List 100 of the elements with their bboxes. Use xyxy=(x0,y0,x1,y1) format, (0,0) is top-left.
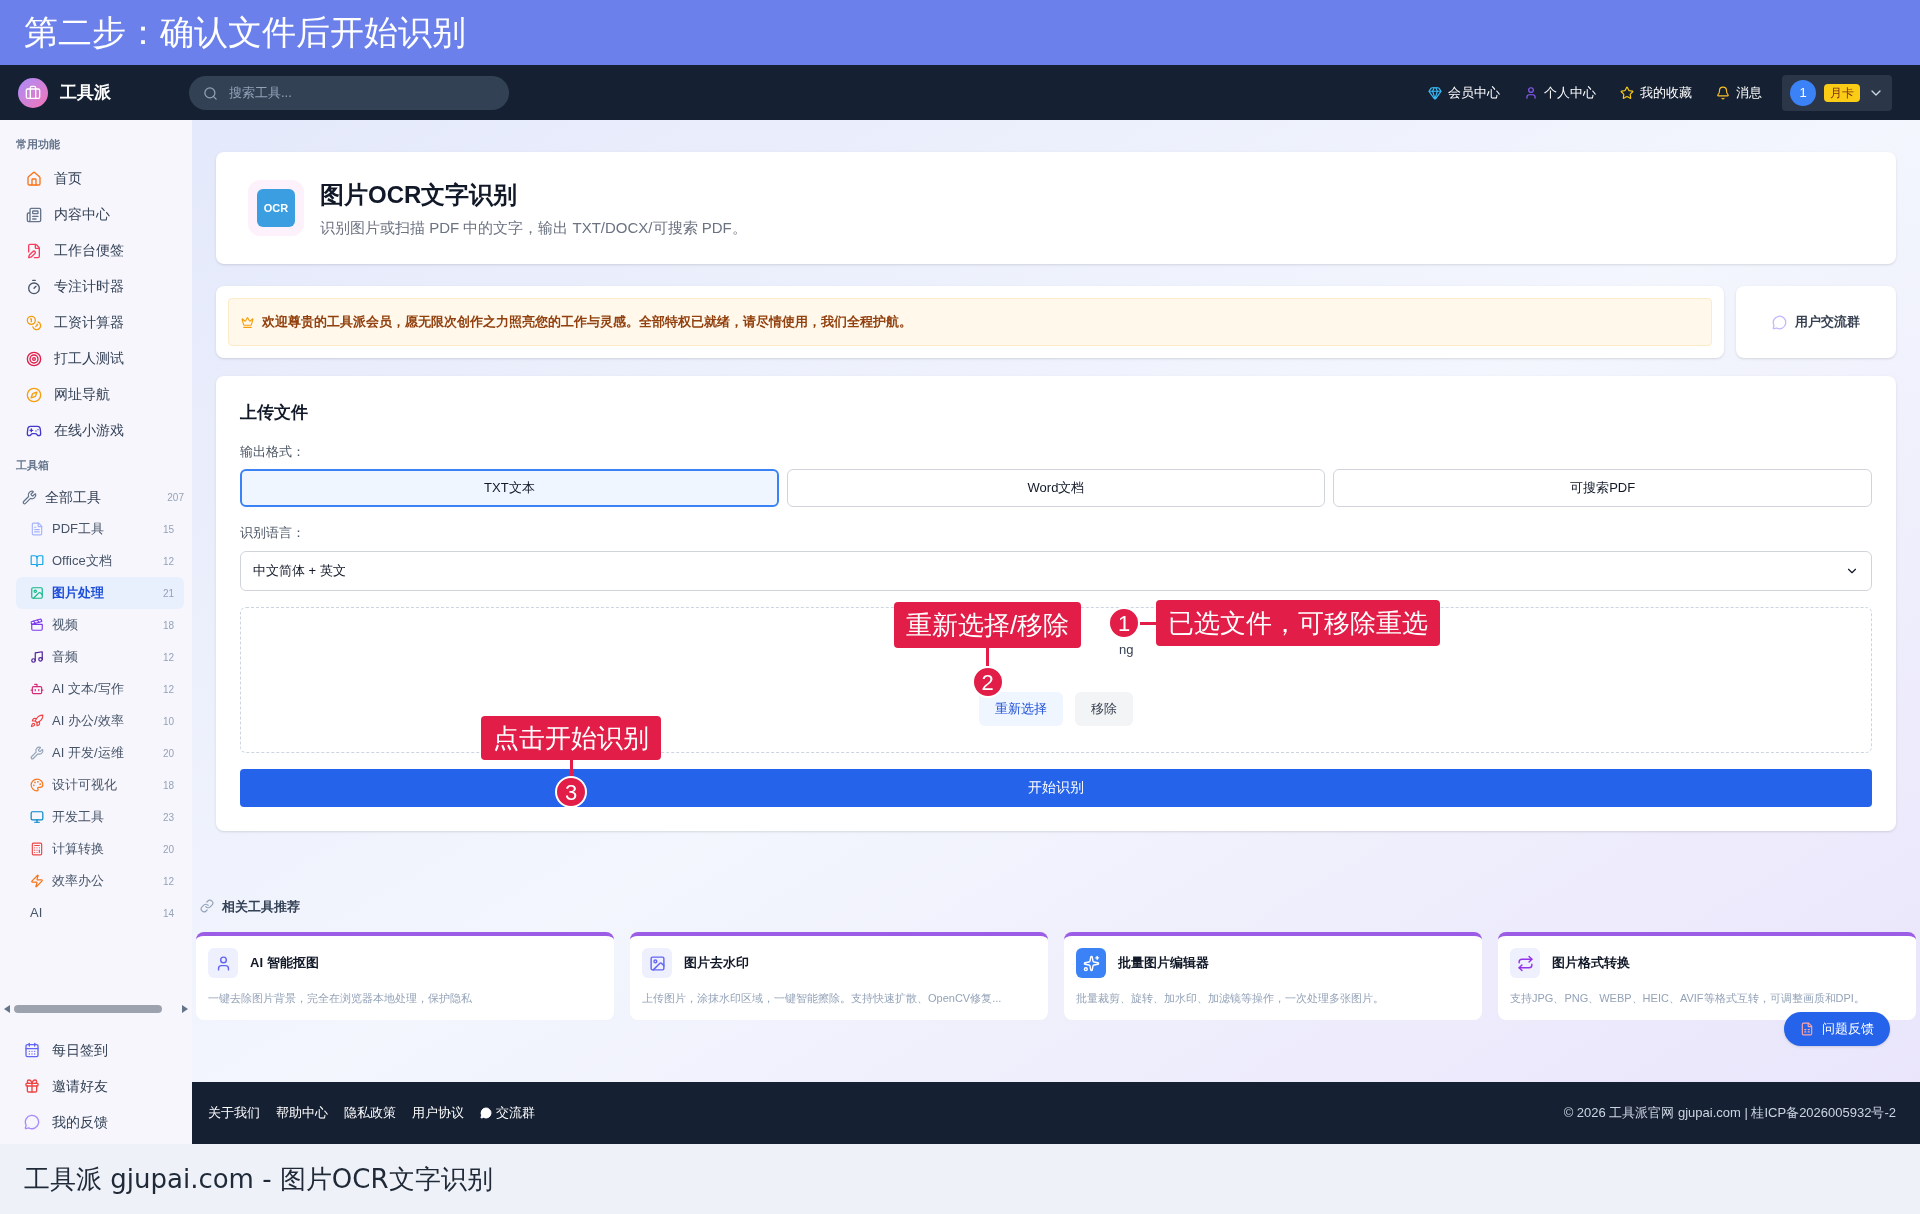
footer-link[interactable]: 交流群 xyxy=(480,1103,535,1123)
footer-link[interactable]: 隐私政策 xyxy=(344,1103,396,1123)
speech-bubble-icon xyxy=(480,1107,492,1119)
tool-description: 支持JPG、PNG、WEBP、HEIC、AVIF等格式互转，可调整画质和DPI。 xyxy=(1510,991,1865,1006)
section-heading: 工具箱 xyxy=(16,457,49,473)
monitor-icon xyxy=(30,810,44,824)
horizontal-scrollbar[interactable] xyxy=(4,1002,188,1016)
speech-bubble-icon xyxy=(24,1114,40,1130)
step-marker: 2 xyxy=(971,666,1004,698)
sidebar-item[interactable]: 设计可视化 18 xyxy=(16,769,184,801)
tools-icon xyxy=(22,489,37,505)
convert-icon xyxy=(1516,954,1534,972)
nav-link[interactable]: 会员中心 xyxy=(1428,82,1500,103)
tool-description: 一键去除图片背景，完全在浏览器本地处理，保护隐私 xyxy=(208,991,472,1006)
sparkle-icon xyxy=(1082,954,1100,972)
notice-text: 欢迎尊贵的工具派会员，愿无限次创作之力照亮您的工作与灵感。全部特权已就绪，请尽情使用，我们全程护航。 xyxy=(262,313,912,332)
logo-icon xyxy=(18,77,48,108)
tool-title: 图片格式转换 xyxy=(1552,954,1630,973)
music-icon xyxy=(30,650,44,664)
tool-description: 批量裁剪、旋转、加水印、加滤镜等操作，一次处理多张图片。 xyxy=(1076,991,1384,1006)
sidebar-item[interactable]: 邀请好友 xyxy=(24,1068,192,1104)
sidebar-item[interactable]: 工作台便签 xyxy=(16,232,184,269)
callout-label: 重新选择/移除 xyxy=(894,602,1082,648)
stopwatch-icon xyxy=(26,278,42,295)
sidebar-item[interactable]: AI 14 xyxy=(16,897,184,929)
sidebar-item[interactable]: Office文档 12 xyxy=(16,545,184,577)
sidebar-item[interactable]: 我的反馈 xyxy=(24,1104,192,1140)
user-group-button[interactable]: 用户交流群 xyxy=(1736,286,1896,358)
search-icon xyxy=(203,85,218,101)
footer-link[interactable]: 用户协议 xyxy=(412,1103,464,1123)
sidebar-item[interactable]: 视频 18 xyxy=(16,609,184,641)
tool-card[interactable]: 图片去水印 上传图片，涂抹水印区域，一键智能擦除。支持快速扩散、OpenCV修复... xyxy=(630,932,1048,1020)
section-title: 上传文件 xyxy=(240,402,308,424)
link-icon xyxy=(200,899,214,914)
sidebar-item[interactable]: 内容中心 xyxy=(16,196,184,233)
target-icon xyxy=(26,350,42,367)
sidebar-item[interactable]: AI 文本/写作 12 xyxy=(16,673,184,705)
section-title: 相关工具推荐 xyxy=(222,897,300,916)
reselect-button[interactable]: 重新选择 xyxy=(979,691,1063,726)
field-label: 识别语言： xyxy=(240,524,305,542)
remove-button[interactable]: 移除 xyxy=(1075,691,1133,726)
picture-icon xyxy=(648,954,666,972)
format-option[interactable]: TXT文本 xyxy=(240,469,779,507)
sidebar-item[interactable]: 工资计算器 xyxy=(16,304,184,341)
sidebar-item[interactable]: 图片处理 21 xyxy=(16,577,184,609)
sidebar-item[interactable]: 每日签到 xyxy=(24,1032,192,1068)
crown-icon xyxy=(241,315,254,329)
picture-icon xyxy=(30,586,44,600)
gift-icon xyxy=(24,1078,40,1094)
sidebar-item[interactable]: 专注计时器 xyxy=(16,268,184,305)
sidebar-item[interactable]: AI 开发/运维 20 xyxy=(16,737,184,769)
page-caption: 工具派 gjupai.com - 图片OCR文字识别 xyxy=(24,1162,493,1196)
compass-icon xyxy=(26,386,42,403)
tool-title: AI 智能抠图 xyxy=(250,954,319,973)
page-title: 图片OCR文字识别 xyxy=(320,179,518,210)
user-avatar: 1 xyxy=(1790,79,1816,106)
nav-link[interactable]: 消息 xyxy=(1716,82,1762,103)
tool-title: 图片去水印 xyxy=(684,954,749,973)
feedback-button[interactable]: 问题反馈 xyxy=(1784,1012,1890,1046)
user-icon xyxy=(1524,85,1538,100)
sidebar-item[interactable]: 音频 12 xyxy=(16,641,184,673)
robot-icon xyxy=(30,682,44,696)
sidebar-item[interactable]: 打工人测试 xyxy=(16,340,184,377)
sidebar-item[interactable]: 在线小游戏 xyxy=(16,412,184,449)
membership-badge: 月卡 xyxy=(1824,83,1860,102)
step-marker: 1 xyxy=(1108,607,1140,639)
format-option[interactable]: 可搜索PDF xyxy=(1333,469,1872,507)
nav-link[interactable]: 我的收藏 xyxy=(1620,82,1692,103)
sidebar-item[interactable]: 效率办公 12 xyxy=(16,865,184,897)
calendar-icon xyxy=(24,1042,40,1058)
sidebar-item[interactable]: PDF工具 15 xyxy=(16,513,184,545)
tool-card[interactable]: 图片格式转换 支持JPG、PNG、WEBP、HEIC、AVIF等格式互转，可调整画质和DPI。 xyxy=(1498,932,1916,1020)
sidebar-item[interactable]: 计算转换 20 xyxy=(16,833,184,865)
callout-label: 已选文件，可移除重选 xyxy=(1156,600,1440,646)
wrench-icon xyxy=(30,746,44,760)
language-select[interactable]: 中文简体 + 英文 xyxy=(240,550,1872,591)
brand-name: 工具派 xyxy=(60,81,111,104)
tool-card[interactable]: AI 智能抠图 一键去除图片背景，完全在浏览器本地处理，保护隐私 xyxy=(196,932,614,1020)
format-option[interactable]: Word文档 xyxy=(786,469,1326,507)
speech-bubble-icon xyxy=(1772,314,1787,330)
nav-link[interactable]: 个人中心 xyxy=(1524,82,1596,103)
page-subtitle: 识别图片或扫描 PDF 中的文字，输出 TXT/DOCX/可搜索 PDF。 xyxy=(320,217,747,238)
document-icon xyxy=(30,522,44,536)
star-icon xyxy=(1620,85,1634,100)
user-menu[interactable]: 1 月卡 xyxy=(1782,74,1892,111)
lightning-icon xyxy=(30,874,44,888)
sidebar-item[interactable]: 网址导航 xyxy=(16,376,184,413)
footer-link[interactable]: 帮助中心 xyxy=(276,1103,328,1123)
sidebar-item[interactable]: 全部工具 207 xyxy=(16,481,184,513)
search-field[interactable]: 搜索工具... xyxy=(189,75,509,110)
clapperboard-icon xyxy=(30,618,44,632)
sidebar-item[interactable]: 首页 xyxy=(16,160,184,197)
book-icon xyxy=(30,554,44,568)
copyright-text: © 2026 工具派官网 gjupai.com | 桂ICP备2026005932号-2 xyxy=(1563,1104,1896,1123)
tool-card[interactable]: 批量图片编辑器 批量裁剪、旋转、加水印、加滤镜等操作，一次处理多张图片。 xyxy=(1064,932,1482,1020)
ocr-logo: OCR xyxy=(257,189,295,227)
sidebar-item[interactable]: AI 办公/效率 10 xyxy=(16,705,184,737)
diamond-icon xyxy=(1428,85,1442,100)
footer-link[interactable]: 关于我们 xyxy=(208,1103,260,1123)
sidebar-item[interactable]: 开发工具 23 xyxy=(16,801,184,833)
